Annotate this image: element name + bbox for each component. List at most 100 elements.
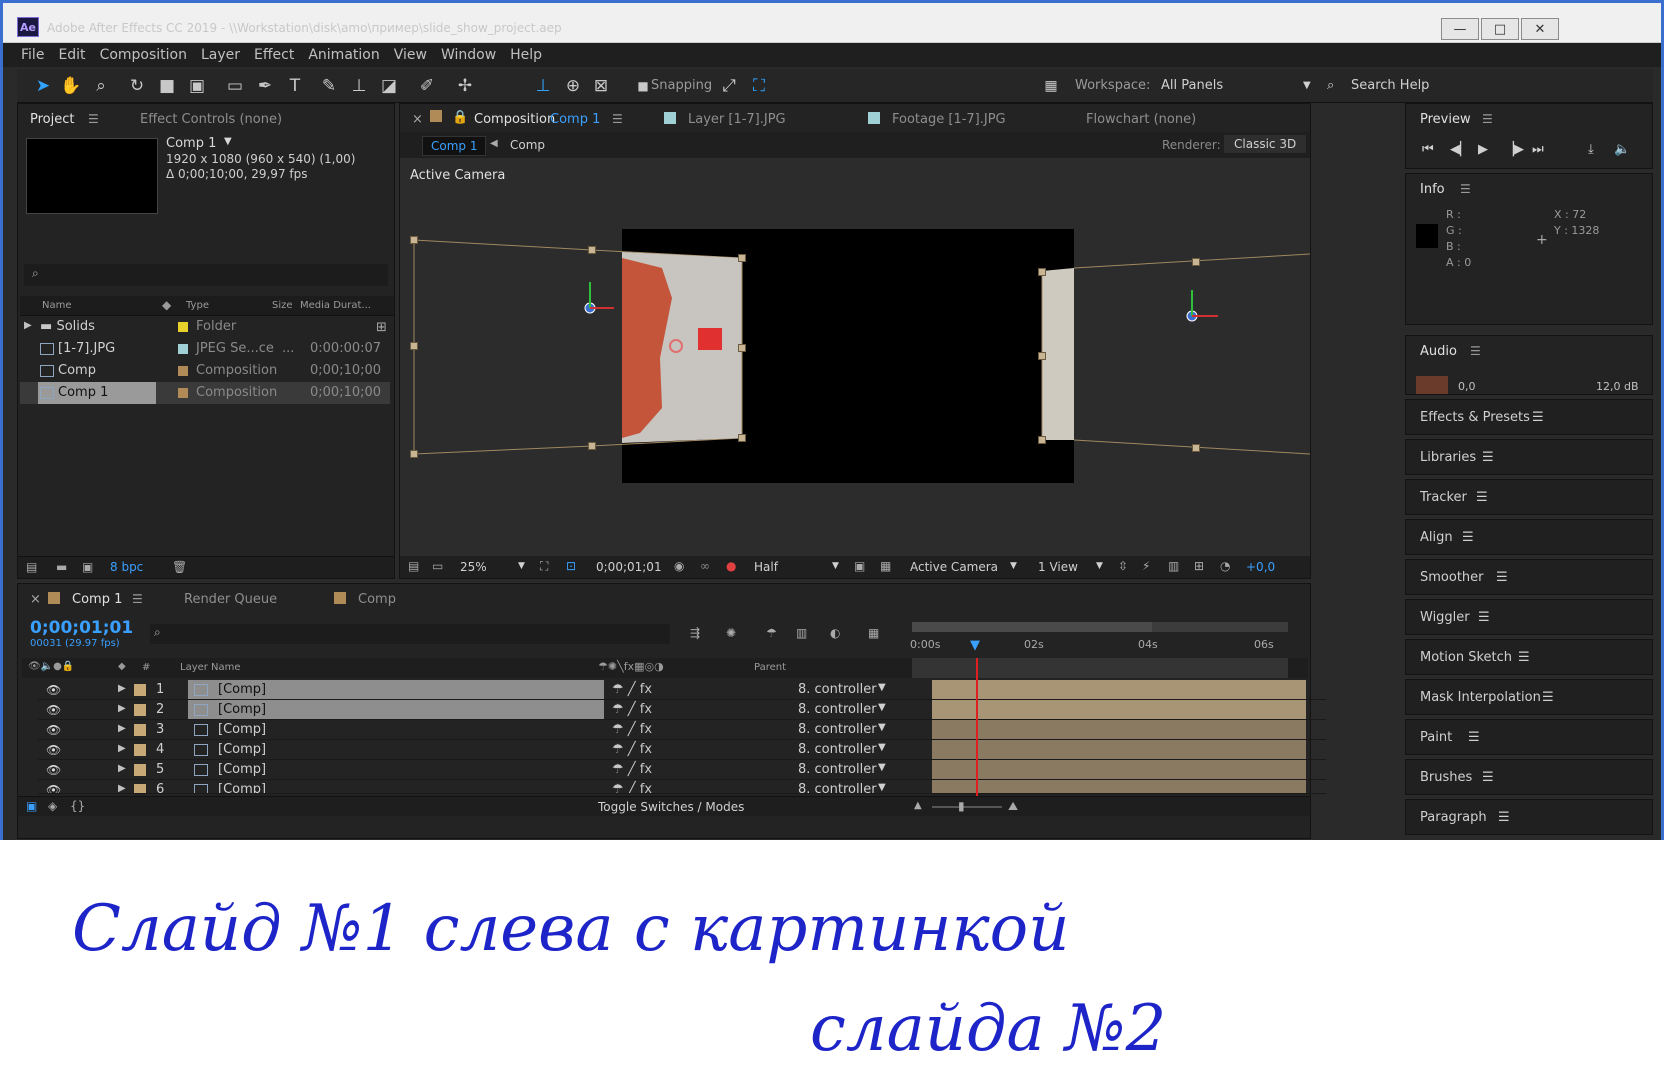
- parent-dropdown-icon[interactable]: ▼: [878, 722, 886, 733]
- project-search-input[interactable]: ⌕: [24, 264, 388, 286]
- panel-menu-icon[interactable]: ☰: [1482, 450, 1494, 465]
- col-name[interactable]: Name: [42, 300, 72, 311]
- transform-handle[interactable]: [1038, 352, 1046, 360]
- layer-label-swatch[interactable]: [134, 724, 146, 736]
- breadcrumb-comp1[interactable]: Comp 1: [422, 136, 487, 156]
- panel-menu-icon[interactable]: ☰: [1460, 182, 1471, 196]
- search-help-input[interactable]: Search Help: [1351, 78, 1429, 93]
- local-axis-icon[interactable]: ⊥: [531, 74, 555, 98]
- panel-menu-icon[interactable]: ☰: [1532, 410, 1544, 425]
- col-layer-name[interactable]: Layer Name: [180, 662, 241, 673]
- panel-motion-sketch[interactable]: Motion Sketch ☰: [1405, 639, 1653, 675]
- zoom-out-icon[interactable]: ▲: [914, 800, 922, 811]
- zoom-select[interactable]: 25%: [460, 560, 487, 574]
- parent-dropdown-icon[interactable]: ▼: [878, 702, 886, 713]
- search-help-icon[interactable]: ⌕: [1327, 78, 1334, 93]
- parent-dropdown-icon[interactable]: ▼: [878, 682, 886, 693]
- channel-icon[interactable]: ●: [726, 559, 736, 573]
- reset-exposure-icon[interactable]: ◔: [1220, 559, 1230, 573]
- visibility-eye-icon[interactable]: 👁: [46, 763, 61, 777]
- parent-select[interactable]: 8. controller: [798, 702, 877, 717]
- project-item-comp1-selected[interactable]: Comp 1 Composition 0;00;10;00: [20, 382, 390, 404]
- monitor-icon[interactable]: ▭: [432, 559, 443, 573]
- transform-handle[interactable]: [1192, 258, 1200, 266]
- workspace-menu-icon[interactable]: ▦: [1039, 74, 1063, 98]
- tab-effect-controls[interactable]: Effect Controls (none): [140, 112, 282, 127]
- layer-switches[interactable]: ☂ ╱ fx: [612, 682, 652, 697]
- preview-title[interactable]: Preview: [1420, 112, 1471, 127]
- layer-switches[interactable]: ☂ ╱ fx: [612, 742, 652, 757]
- playhead-icon[interactable]: ▼: [970, 638, 980, 653]
- panel-menu-icon[interactable]: ☰: [1498, 810, 1510, 825]
- tab-project[interactable]: Project: [30, 112, 74, 127]
- label-column-icon[interactable]: ◆: [162, 298, 171, 312]
- menu-layer[interactable]: Layer: [201, 47, 240, 63]
- fast-previews-icon[interactable]: ⚡: [1142, 559, 1150, 573]
- flowchart-icon[interactable]: ⊞: [376, 320, 387, 335]
- layer-row-4[interactable]: 👁 ▶ 4 [Comp] ☂ ╱ fx 8. controller ▼: [38, 740, 1326, 760]
- selection-tool-icon[interactable]: ➤: [31, 74, 55, 98]
- rotate-tool-icon[interactable]: ↻: [125, 74, 149, 98]
- panel-menu-icon[interactable]: ☰: [1470, 344, 1481, 358]
- panel-menu-icon[interactable]: ☰: [612, 112, 623, 126]
- tab-composition-prefix[interactable]: Composition: [474, 112, 555, 127]
- transform-handle[interactable]: [1038, 436, 1046, 444]
- layer-name-cell[interactable]: [Comp]: [188, 780, 604, 793]
- layer-row-6[interactable]: 👁 ▶ 6 [Comp] ☂ ╱ fx 8. controller ▼: [38, 780, 1326, 794]
- panel-menu-icon[interactable]: ☰: [1542, 690, 1554, 705]
- zoom-slider-thumb-icon[interactable]: ▮: [958, 799, 965, 813]
- transform-handle[interactable]: [738, 254, 746, 262]
- expand-triangle-icon[interactable]: ▶: [118, 763, 126, 774]
- layer-switches[interactable]: ☂ ╱ fx: [612, 722, 652, 737]
- layer-label-swatch[interactable]: [134, 704, 146, 716]
- layer-duration-bar[interactable]: [932, 720, 1306, 739]
- transform-handle[interactable]: [588, 442, 596, 450]
- panel-wiggler[interactable]: Wiggler ☰: [1405, 599, 1653, 635]
- layer-name-cell[interactable]: [Comp]: [188, 720, 604, 739]
- view-axis-icon[interactable]: ⊠: [589, 74, 613, 98]
- parent-select[interactable]: 8. controller: [798, 722, 877, 737]
- safe-zones-icon[interactable]: ⊡: [566, 559, 576, 573]
- menu-view[interactable]: View: [394, 47, 427, 63]
- selected-item-dropdown-icon[interactable]: ▼: [224, 136, 232, 147]
- lock-icon[interactable]: 🔒: [452, 110, 468, 125]
- tab-layer[interactable]: Layer [1-7].JPG: [688, 112, 786, 127]
- camera-dropdown-icon[interactable]: ▼: [1010, 561, 1017, 571]
- visibility-eye-icon[interactable]: 👁: [46, 703, 61, 717]
- draft-3d-icon[interactable]: ✺: [726, 626, 736, 640]
- panel-align[interactable]: Align ☰: [1405, 519, 1653, 555]
- layer-label-swatch[interactable]: [134, 764, 146, 776]
- breadcrumb-comp[interactable]: Comp: [510, 138, 545, 152]
- visibility-eye-icon[interactable]: 👁: [46, 683, 61, 697]
- info-title[interactable]: Info: [1420, 182, 1445, 197]
- resolution-select[interactable]: Half: [754, 560, 778, 574]
- timeline-current-time[interactable]: 0;00;01;01: [30, 618, 133, 638]
- view-layout-select[interactable]: 1 View: [1038, 560, 1078, 574]
- resolution-dropdown-icon[interactable]: ▼: [832, 561, 839, 571]
- transform-handle[interactable]: [410, 450, 418, 458]
- layer-row-3[interactable]: 👁 ▶ 3 [Comp] ☂ ╱ fx 8. controller ▼: [38, 720, 1326, 740]
- transform-handle[interactable]: [1192, 444, 1200, 452]
- motion-blur-icon[interactable]: ◐: [830, 626, 840, 640]
- panel-menu-icon[interactable]: ☰: [1468, 730, 1480, 745]
- pen-tool-icon[interactable]: ✒: [253, 74, 277, 98]
- parent-select[interactable]: 8. controller: [798, 682, 877, 697]
- transparency-grid-icon[interactable]: ▦: [880, 559, 891, 573]
- show-snapshot-icon[interactable]: ∞: [700, 559, 710, 573]
- layer-name-cell[interactable]: [Comp]: [188, 700, 604, 719]
- last-frame-icon[interactable]: ⏭: [1532, 142, 1544, 157]
- parent-dropdown-icon[interactable]: ▼: [878, 742, 886, 753]
- parent-select[interactable]: 8. controller: [798, 742, 877, 757]
- camera-view-select[interactable]: Active Camera: [910, 560, 998, 574]
- layer-name-cell[interactable]: [Comp]: [188, 680, 604, 699]
- layer-name-cell[interactable]: [Comp]: [188, 740, 604, 759]
- layer-duration-bar[interactable]: [932, 740, 1306, 759]
- hand-tool-icon[interactable]: ✋: [59, 74, 83, 98]
- parent-select[interactable]: 8. controller: [798, 782, 877, 793]
- transform-handle[interactable]: [410, 342, 418, 350]
- expand-triangle-icon[interactable]: ▶: [24, 320, 32, 331]
- panel-paint[interactable]: Paint ☰: [1405, 719, 1653, 755]
- in-out-pane-icon[interactable]: {}: [70, 799, 85, 813]
- menu-edit[interactable]: Edit: [58, 47, 85, 63]
- col-parent[interactable]: Parent: [754, 662, 786, 673]
